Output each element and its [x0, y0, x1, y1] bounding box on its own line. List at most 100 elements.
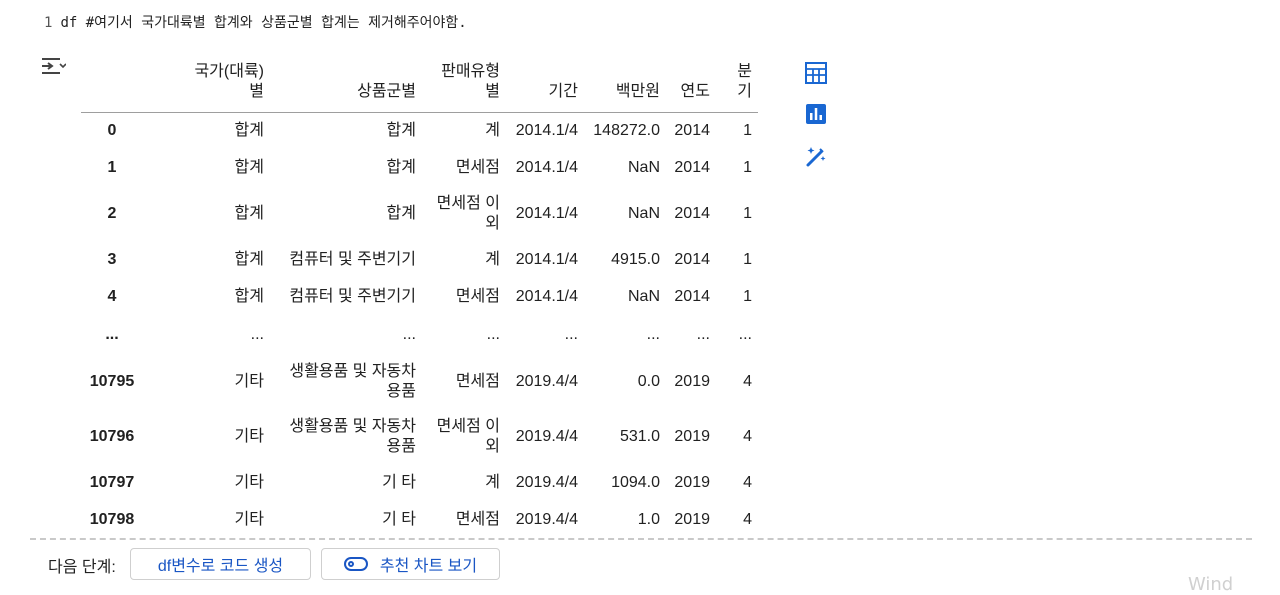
cell-year: 2014 [674, 205, 710, 222]
output-separator [30, 538, 1252, 540]
recommended-charts-label: 추천 차트 보기 [379, 558, 478, 575]
cell-country: 기타 [234, 511, 264, 528]
cell-year: 2014 [674, 251, 710, 268]
cell-product: 합계 [386, 122, 416, 140]
cell-amount: NaN [627, 159, 660, 176]
table-row: 3 합계 컴퓨터 및 주변기기 계 2014.1/4 4915.0 2014 1 [81, 242, 758, 279]
table-row-ellipsis: ... ... ... ... ... ... ... ... [81, 316, 758, 355]
header-period: 기간 [506, 56, 584, 113]
table-icon[interactable] [804, 61, 828, 85]
cell-year: 2019 [674, 474, 710, 491]
cell-year: 2014 [674, 288, 710, 305]
cell-quarter: ... [738, 326, 752, 343]
cell-type: 면세점 [455, 373, 500, 390]
cell-country: 합계 [234, 205, 264, 222]
header-country: 국가(대륙) 별 [143, 56, 270, 113]
line-number: 1 [44, 15, 53, 31]
cell-country: 기타 [234, 373, 264, 390]
header-year: 연도 [666, 56, 716, 113]
cell-country: 기타 [234, 428, 264, 445]
cell-amount: 531.0 [619, 428, 660, 445]
cell-year: 2019 [674, 511, 710, 528]
header-index [81, 56, 143, 113]
cell-period: 2014.1/4 [515, 288, 578, 305]
generate-code-label: df변수로 코드 생성 [157, 558, 284, 575]
cell-type: 계 [485, 251, 500, 268]
next-steps-label: 다음 단계: [48, 559, 116, 576]
cell-country: 합계 [234, 122, 264, 140]
cell-product: ... [402, 326, 416, 343]
cell-period: 2014.1/4 [515, 159, 578, 176]
cell-period: 2019.4/4 [515, 511, 578, 528]
cell-type: ... [486, 326, 500, 343]
row-index: ... [105, 326, 119, 343]
recommended-charts-button[interactable]: 추천 차트 보기 [321, 548, 500, 580]
header-type: 판매유형 별 [422, 56, 506, 113]
table-row: 2 합계 합계 면세점 이외 2014.1/4 NaN 2014 1 [81, 187, 758, 242]
cell-period: 2014.1/4 [515, 205, 578, 222]
table-row: 4 합계 컴퓨터 및 주변기기 면세점 2014.1/4 NaN 2014 1 [81, 279, 758, 316]
cell-amount: NaN [627, 288, 660, 305]
header-amount: 백만원 [584, 56, 666, 113]
cell-amount: 4915.0 [611, 251, 660, 268]
cell-year: 2019 [674, 373, 710, 390]
cell-country: 합계 [234, 251, 264, 268]
output-collapse-icon[interactable] [40, 55, 66, 79]
cell-product: 생활용품 및 자동차용품 [289, 363, 416, 400]
cell-country: ... [250, 326, 264, 343]
cell-product: 생활용품 및 자동차용품 [289, 418, 416, 455]
cell-product: 컴퓨터 및 주변기기 [289, 251, 416, 268]
cell-type: 면세점 이외 [436, 418, 500, 455]
cell-amount: 1094.0 [611, 474, 660, 491]
cell-year: 2014 [674, 122, 710, 140]
row-index: 4 [107, 288, 117, 305]
cell-country: 합계 [234, 159, 264, 176]
table-row: 10795 기타 생활용품 및 자동차용품 면세점 2019.4/4 0.0 2… [81, 355, 758, 410]
cell-period: 2019.4/4 [515, 373, 578, 390]
cell-product: 기 타 [382, 511, 416, 528]
cell-period: 2019.4/4 [515, 428, 578, 445]
toggle-icon [343, 557, 368, 571]
cell-product: 기 타 [382, 474, 416, 491]
cell-type: 면세점 [455, 511, 500, 528]
row-index: 10796 [89, 428, 135, 445]
row-index: 3 [107, 251, 117, 268]
cell-quarter: 4 [743, 511, 752, 528]
table-row: 0 합계 합계 계 2014.1/4 148272.0 2014 1 [81, 113, 758, 150]
cell-type: 계 [485, 122, 500, 140]
table-row: 10798 기타 기 타 면세점 2019.4/4 1.0 2019 4 [81, 502, 758, 539]
table-header-row: 국가(대륙) 별 상품군별 판매유형 별 기간 백만원 연도 분기 [81, 56, 758, 113]
cell-type: 계 [485, 474, 500, 491]
generate-code-button[interactable]: df변수로 코드 생성 [130, 548, 311, 580]
cell-quarter: 1 [743, 251, 752, 268]
table-row: 10796 기타 생활용품 및 자동차용품 면세점 이외 2019.4/4 53… [81, 410, 758, 465]
cell-product: 합계 [386, 205, 416, 222]
code-cell-line[interactable]: 1 df #여기서 국가대륙별 합계와 상품군별 합계는 제거해주어야함. [44, 12, 467, 32]
cell-product: 컴퓨터 및 주변기기 [289, 288, 416, 305]
cell-quarter: 1 [743, 122, 752, 140]
row-index: 10797 [89, 474, 135, 491]
table-row: 1 합계 합계 면세점 2014.1/4 NaN 2014 1 [81, 150, 758, 187]
cell-quarter: 1 [743, 205, 752, 222]
cell-period: 2014.1/4 [515, 122, 578, 140]
row-index: 1 [107, 159, 117, 176]
cell-quarter: 4 [743, 474, 752, 491]
cell-year: ... [696, 326, 710, 343]
cell-type: 면세점 [455, 288, 500, 305]
row-index: 2 [107, 205, 117, 222]
cell-quarter: 1 [743, 288, 752, 305]
cell-period: 2014.1/4 [515, 251, 578, 268]
dataframe-table: 국가(대륙) 별 상품군별 판매유형 별 기간 백만원 연도 분기 0 합계 합계 … [81, 56, 758, 539]
chart-icon[interactable] [804, 102, 828, 126]
cell-amount: ... [646, 326, 660, 343]
magic-wand-icon[interactable] [804, 144, 828, 168]
cell-country: 합계 [234, 288, 264, 305]
row-index: 10795 [89, 373, 135, 390]
cell-year: 2019 [674, 428, 710, 445]
cell-country: 기타 [234, 474, 264, 491]
cell-year: 2014 [674, 159, 710, 176]
cell-quarter: 4 [743, 428, 752, 445]
cell-quarter: 1 [743, 159, 752, 176]
row-index: 0 [107, 122, 117, 140]
row-index: 10798 [89, 511, 135, 528]
